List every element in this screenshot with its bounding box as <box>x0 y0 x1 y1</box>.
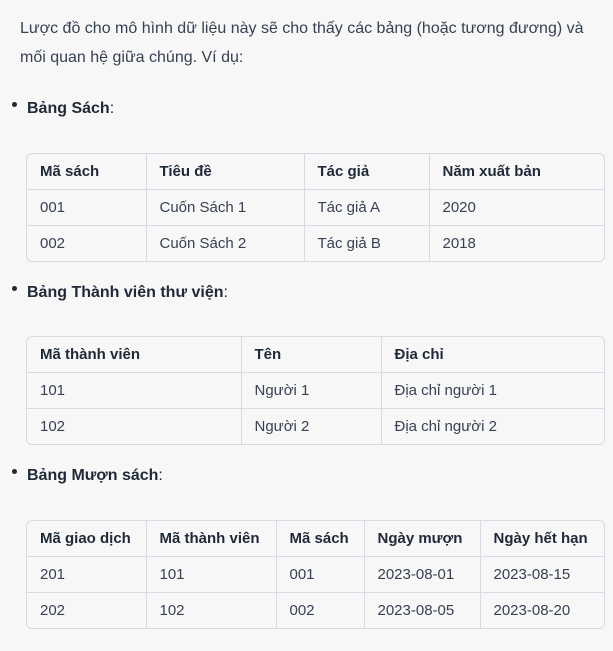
table-cell: 202 <box>27 592 147 628</box>
table-row: 202 102 002 2023-08-05 2023-08-20 <box>27 592 604 628</box>
section-heading-books: Bảng Sách: <box>12 98 114 120</box>
table-row: 102 Người 2 Địa chỉ người 2 <box>27 408 604 444</box>
column-header: Năm xuất bản <box>429 154 604 190</box>
column-header: Tác giả <box>304 154 430 190</box>
table-cell: Người 1 <box>241 372 382 409</box>
loans-table-container: Mã giao dịch Mã thành viên Mã sách Ngày … <box>26 520 605 629</box>
table-row: 201 101 001 2023-08-01 2023-08-15 <box>27 556 604 593</box>
section-title: Bảng Mượn sách <box>27 467 159 484</box>
members-table: Mã thành viên Tên Địa chỉ 101 Người 1 Đị… <box>27 337 604 444</box>
table-cell: 101 <box>27 372 242 409</box>
table-row: 101 Người 1 Địa chỉ người 1 <box>27 372 604 409</box>
table-cell: 201 <box>27 556 147 593</box>
table-cell: 2020 <box>429 189 604 226</box>
table-cell: 001 <box>276 556 365 593</box>
column-header: Địa chỉ <box>381 337 604 373</box>
table-header-row: Mã giao dịch Mã thành viên Mã sách Ngày … <box>27 521 604 557</box>
table-cell: Người 2 <box>241 408 382 444</box>
table-cell: Cuốn Sách 2 <box>146 225 305 261</box>
column-header: Mã giao dịch <box>27 521 147 557</box>
books-table-container: Mã sách Tiêu đề Tác giả Năm xuất bản 001… <box>26 153 605 262</box>
table-cell: Cuốn Sách 1 <box>146 189 305 226</box>
members-table-container: Mã thành viên Tên Địa chỉ 101 Người 1 Đị… <box>26 336 605 445</box>
table-cell: Tác giả A <box>304 189 430 226</box>
section-suffix: : <box>223 284 228 301</box>
loans-table: Mã giao dịch Mã thành viên Mã sách Ngày … <box>27 521 604 628</box>
table-cell: Địa chỉ người 1 <box>381 372 604 409</box>
table-cell: 2023-08-05 <box>364 592 481 628</box>
table-cell: 102 <box>146 592 277 628</box>
bullet-icon <box>12 102 17 108</box>
table-header-row: Mã sách Tiêu đề Tác giả Năm xuất bản <box>27 154 604 190</box>
section-heading-loans: Bảng Mượn sách: <box>12 465 163 487</box>
column-header: Mã thành viên <box>146 521 277 557</box>
table-cell: 2018 <box>442 235 476 252</box>
section-suffix: : <box>109 100 115 117</box>
intro-paragraph: Lược đồ cho mô hình dữ liệu này sẽ cho t… <box>20 20 584 66</box>
section-title: Bảng Sách <box>27 100 110 117</box>
column-header: Tiêu đề <box>146 154 305 190</box>
column-header: Tên <box>241 337 382 373</box>
table-cell: 102 <box>27 408 242 444</box>
column-header: Ngày hết hạn <box>480 521 604 557</box>
column-header: Mã sách <box>27 154 147 190</box>
table-cell: 2023-08-01 <box>364 556 481 593</box>
section-title: Bảng Thành viên thư viện <box>27 284 224 301</box>
section-suffix: : <box>158 467 163 484</box>
column-header: Ngày mượn <box>364 521 481 557</box>
section-heading-members: Bảng Thành viên thư viện: <box>12 282 228 304</box>
table-cell: 002 <box>27 225 147 261</box>
bullet-icon <box>12 469 17 475</box>
chat-message-content: Lược đồ cho mô hình dữ liệu này sẽ cho t… <box>0 0 613 651</box>
table-cell: Địa chỉ người 2 <box>394 418 497 435</box>
column-header: Mã sách <box>276 521 365 557</box>
table-cell: 101 <box>146 556 277 593</box>
books-table: Mã sách Tiêu đề Tác giả Năm xuất bản 001… <box>27 154 604 261</box>
table-row: 001 Cuốn Sách 1 Tác giả A 2020 <box>27 189 604 226</box>
table-cell: 2023-08-15 <box>480 556 604 593</box>
table-cell: 2023-08-20 <box>493 602 571 619</box>
table-cell: 002 <box>276 592 365 628</box>
column-header: Mã thành viên <box>27 337 242 373</box>
table-cell: Tác giả B <box>304 225 430 261</box>
table-row: 002 Cuốn Sách 2 Tác giả B 2018 <box>27 225 604 261</box>
table-header-row: Mã thành viên Tên Địa chỉ <box>27 337 604 373</box>
table-cell: 001 <box>27 189 147 226</box>
bullet-icon <box>12 286 17 292</box>
